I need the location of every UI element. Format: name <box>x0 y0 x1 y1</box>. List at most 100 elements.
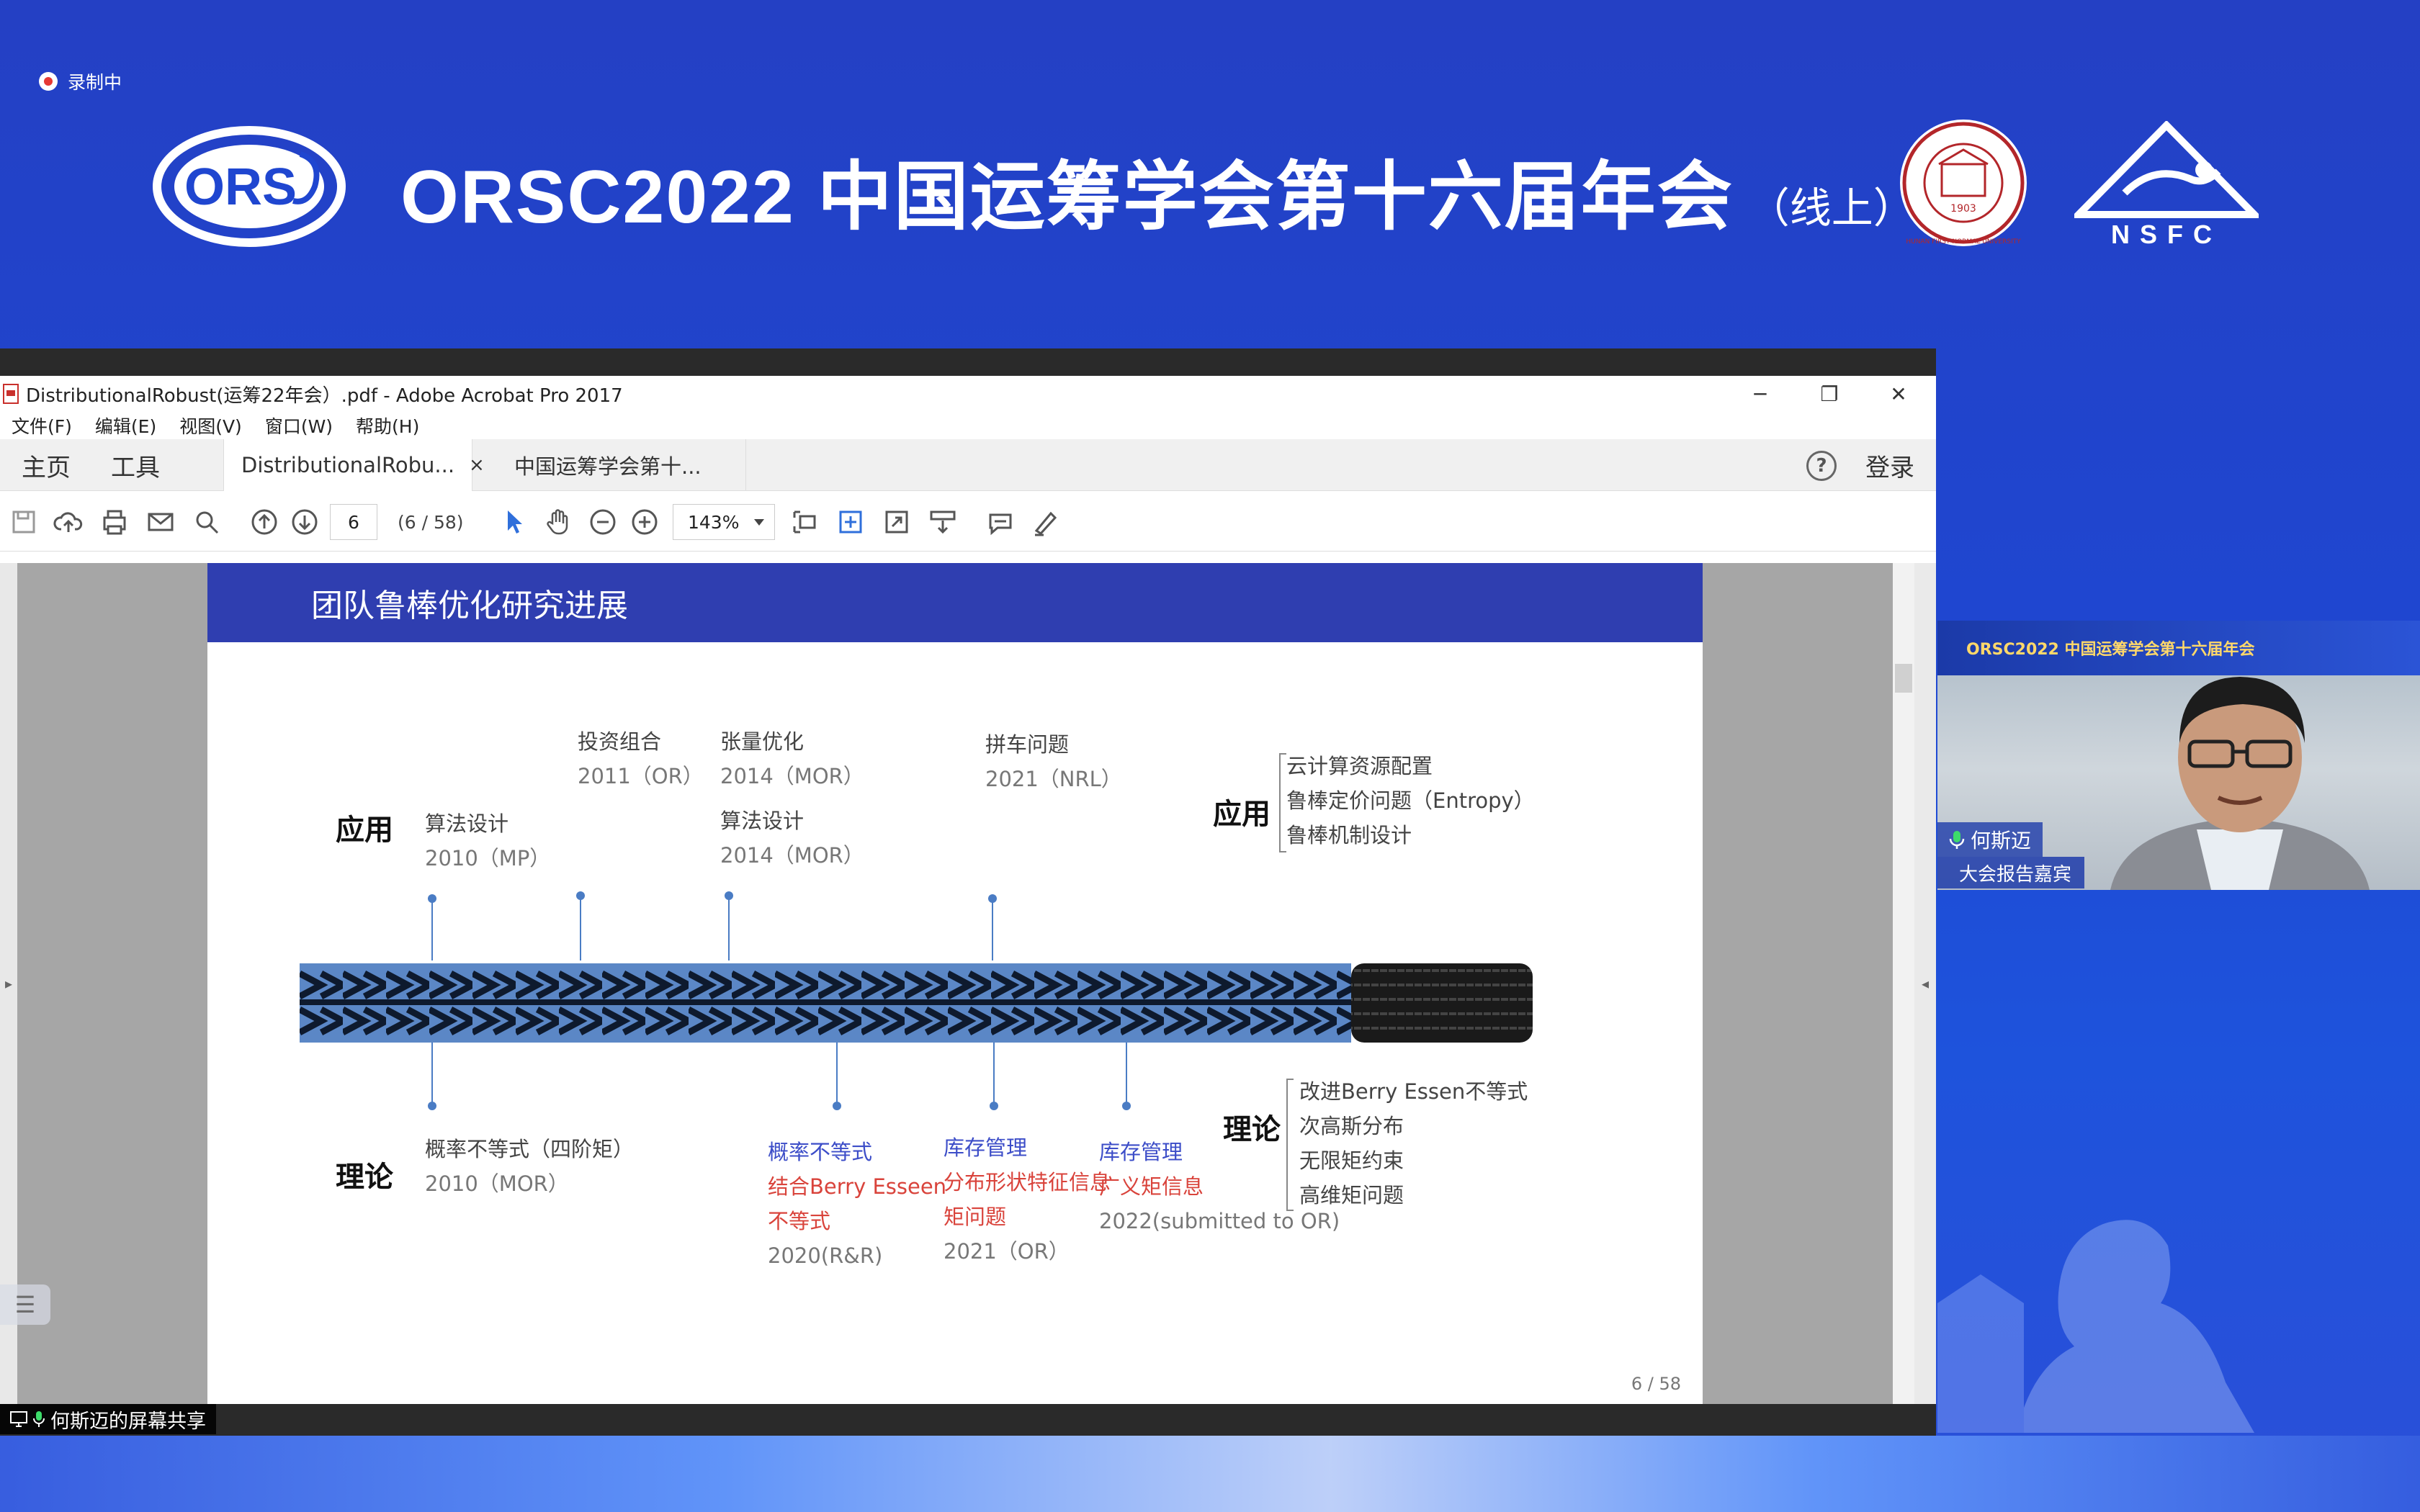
ors-logo-text: ORS <box>184 158 297 216</box>
timeline-pin-bottom <box>833 1041 841 1110</box>
scrollbar-thumb[interactable] <box>1895 664 1912 693</box>
email-icon[interactable] <box>144 505 177 539</box>
top-item-2: 投资组合 2011（OR） <box>578 724 704 793</box>
window-title: DistributionalRobust(运筹22年会）.pdf - Adobe… <box>26 384 623 407</box>
tab-document-2-label: 中国运筹学会第十... <box>514 454 702 479</box>
bottom-item-1-year: 2010（MOR） <box>425 1171 569 1196</box>
application-list: 云计算资源配置 鲁棒定价问题（Entropy） 鲁棒机制设计 <box>1286 749 1535 852</box>
top-item-5: 拼车问题 2021（NRL） <box>985 727 1122 796</box>
menu-help[interactable]: 帮助(H) <box>344 413 431 438</box>
bottom-item-2-line-1: 概率不等式 <box>768 1140 873 1164</box>
vertical-scrollbar[interactable] <box>1893 563 1914 1404</box>
screen-share-label: 何斯迈的屏幕共享 <box>0 1404 216 1434</box>
minimize-button[interactable]: ─ <box>1726 376 1795 412</box>
application-label-right: 应用 <box>1213 798 1270 831</box>
statue-decoration <box>1937 1220 2254 1433</box>
upload-cloud-icon[interactable] <box>52 505 85 539</box>
login-button[interactable]: 登录 <box>1865 439 1914 491</box>
close-window-button[interactable]: ✕ <box>1864 376 1933 412</box>
speaker-role: 大会报告嘉宾 <box>1937 857 2084 888</box>
hand-tool-icon[interactable] <box>542 505 575 539</box>
ors-logo: ORS <box>153 126 346 247</box>
search-icon[interactable] <box>190 505 223 539</box>
application-item-3: 鲁棒机制设计 <box>1286 823 1412 847</box>
pdf-page: 团队鲁棒优化研究进展 应用 理论 应用 理论 算法设计 2010（MP） 投资组… <box>207 563 1703 1404</box>
outline-toggle-button[interactable]: ☰ <box>0 1284 50 1325</box>
recording-label: 录制中 <box>68 72 122 93</box>
help-icon[interactable]: ? <box>1806 451 1837 481</box>
left-panel-toggle[interactable]: ▸ <box>0 563 17 1404</box>
seal-text: HUNAN FIRST NORMAL UNIVERSITY <box>1906 238 2021 246</box>
fit-page-icon[interactable] <box>788 505 821 539</box>
window-top-bar <box>0 348 1936 376</box>
right-panel-toggle[interactable]: ◂ <box>1914 563 1936 1404</box>
print-icon[interactable] <box>98 505 131 539</box>
tab-tools[interactable]: 工具 <box>111 439 160 491</box>
page-number-input[interactable]: 6 <box>330 504 377 540</box>
zoom-in-icon[interactable] <box>628 505 661 539</box>
tire-timeline <box>300 963 1533 1043</box>
top-item-1-year: 2010（MP） <box>425 846 551 870</box>
speaker-name-tag: 何斯迈 <box>1937 822 2043 857</box>
menu-view[interactable]: 视图(V) <box>168 413 254 438</box>
slide-page-number: 6 / 58 <box>1631 1374 1681 1394</box>
application-brace <box>1279 753 1286 852</box>
timeline-pin-top <box>988 894 997 960</box>
select-cursor-icon[interactable] <box>497 505 530 539</box>
toolbar: 6 (6 / 58) 143% <box>0 491 1936 552</box>
bottom-item-2-year: 2020(R&R) <box>768 1243 883 1268</box>
top-item-3-title: 张量优化 <box>720 729 805 754</box>
menu-window[interactable]: 窗口(W) <box>254 413 344 438</box>
fit-width-icon[interactable] <box>834 505 867 539</box>
bottom-item-3-line-3: 矩问题 <box>944 1205 1007 1229</box>
bottom-item-2-line-3: 不等式 <box>768 1209 831 1233</box>
menu-edit[interactable]: 编辑(E) <box>84 413 168 438</box>
top-item-2-title: 投资组合 <box>578 729 662 754</box>
fullscreen-icon[interactable] <box>880 505 913 539</box>
nsfc-logo: NSFC <box>2074 121 2259 248</box>
bottom-item-2-line-2: 结合Berry Esseen <box>768 1174 947 1199</box>
pdf-icon <box>3 384 19 404</box>
top-item-3: 张量优化 2014（MOR） <box>720 724 864 793</box>
theory-item-1: 改进Berry Essen不等式 <box>1299 1079 1528 1104</box>
theory-brace <box>1286 1079 1294 1211</box>
zoom-select[interactable]: 143% <box>673 504 775 540</box>
top-item-4-year: 2014（MOR） <box>720 843 864 868</box>
screen-share-text: 何斯迈的屏幕共享 <box>50 1410 206 1433</box>
title-bar: DistributionalRobust(运筹22年会）.pdf - Adobe… <box>0 376 1936 412</box>
speaker-video: ORSC2022 中国运筹学会第十六届年会 何斯迈 大会报告嘉宾 <box>1937 621 2420 890</box>
page-count: (6 / 58) <box>398 511 464 533</box>
restore-button[interactable]: ❐ <box>1795 376 1864 412</box>
record-icon <box>39 72 58 91</box>
seal-year: 1903 <box>1950 203 1976 215</box>
application-item-1: 云计算资源配置 <box>1286 754 1433 778</box>
tab-home[interactable]: 主页 <box>22 439 71 491</box>
bottom-item-1-title: 概率不等式（四阶矩） <box>425 1137 635 1161</box>
slide-title: 团队鲁棒优化研究进展 <box>207 563 1703 642</box>
nsfc-text: NSFC <box>2111 220 2222 248</box>
menu-file[interactable]: 文件(F) <box>0 413 84 438</box>
top-item-4: 算法设计 2014（MOR） <box>720 804 864 873</box>
bottom-decoration <box>0 1436 2420 1512</box>
save-icon[interactable] <box>7 505 40 539</box>
tab-document-active[interactable]: DistributionalRobu... × <box>223 439 485 491</box>
conference-title-main: ORSC2022 中国运筹学会第十六届年会 <box>400 156 1734 239</box>
microphone-icon <box>33 1411 45 1427</box>
zoom-out-icon[interactable] <box>586 505 619 539</box>
timeline-pin-top <box>428 894 436 960</box>
highlight-pen-icon[interactable] <box>1028 505 1062 539</box>
previous-page-icon[interactable] <box>248 505 281 539</box>
bottom-item-3-line-2: 分布形状特征信息 <box>944 1170 1111 1194</box>
theory-item-2: 次高斯分布 <box>1299 1114 1404 1138</box>
tab-document-2[interactable]: 中国运筹学会第十... <box>497 439 746 491</box>
bottom-item-3-year: 2021（OR） <box>944 1239 1070 1264</box>
application-label-left: 应用 <box>336 814 393 847</box>
tab-bar: 主页 工具 DistributionalRobu... × 中国运筹学会第十..… <box>0 439 1936 491</box>
scroll-mode-icon[interactable] <box>926 505 959 539</box>
application-item-2: 鲁棒定价问题（Entropy） <box>1286 788 1535 813</box>
next-page-icon[interactable] <box>288 505 321 539</box>
tab-document-label: DistributionalRobu... <box>241 453 455 477</box>
conference-title-sub: （线上） <box>1747 184 1915 233</box>
tab-close-icon[interactable]: × <box>469 454 485 476</box>
comment-icon[interactable] <box>984 505 1017 539</box>
